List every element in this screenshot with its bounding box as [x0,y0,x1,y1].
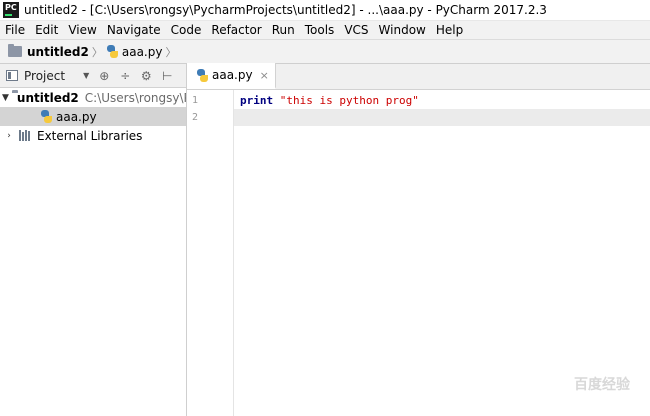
chevron-down-icon[interactable]: ▼ [83,71,89,80]
breadcrumb: untitled2 〉 aaa.py 〉 [0,40,650,64]
chevron-down-icon[interactable]: ▼ [2,93,9,103]
hide-panel-icon[interactable]: ⊢ [161,70,173,82]
tree-item-label: aaa.py [56,109,97,124]
menu-window[interactable]: Window [374,23,431,37]
python-file-icon [40,110,53,123]
menu-bar: File Edit View Navigate Code Refactor Ru… [0,21,650,40]
tree-item-project-root[interactable]: ▼ untitled2 C:\Users\rongsy\P [0,88,186,107]
chevron-right-icon[interactable]: › [2,131,16,141]
folder-icon [8,44,22,57]
menu-navigate[interactable]: Navigate [102,23,166,37]
line-number: 2 [192,112,199,123]
menu-file[interactable]: File [0,23,30,37]
editor-area: aaa.py × 1 2 print "this is python prog"… [187,63,650,416]
code-keyword: print [240,94,274,107]
tree-item-aaa-py[interactable]: aaa.py [0,107,186,126]
project-panel-header: Project ▼ ⊕ ÷ ⚙ ⊢ [0,64,186,88]
python-file-icon [196,68,209,82]
close-icon[interactable]: × [260,69,269,82]
gear-icon[interactable]: ⚙ [140,70,152,82]
scroll-from-source-icon[interactable]: ⊕ [98,70,110,82]
breadcrumb-project[interactable]: untitled2 [27,45,89,59]
code-line[interactable]: print "this is python prog" [240,92,419,109]
editor-tab-bar: aaa.py × [187,63,650,90]
project-panel: Project ▼ ⊕ ÷ ⚙ ⊢ ▼ untitled2 C:\Users\r… [0,64,187,416]
menu-edit[interactable]: Edit [30,23,63,37]
window-title: untitled2 - [C:\Users\rongsy\PycharmProj… [24,3,547,17]
line-number: 1 [192,95,199,106]
collapse-all-icon[interactable]: ÷ [119,70,131,82]
menu-code[interactable]: Code [166,23,207,37]
project-view-icon [6,70,18,81]
project-panel-title[interactable]: Project [24,69,65,83]
breadcrumb-separator: 〉 [91,45,103,59]
menu-view[interactable]: View [63,23,101,37]
code-editor[interactable]: 1 2 print "this is python prog" 百度经验 [187,90,650,416]
tree-item-label: untitled2 [16,90,79,105]
pycharm-logo-icon: PC [3,2,19,18]
tree-item-label: External Libraries [37,128,143,143]
menu-refactor[interactable]: Refactor [206,23,266,37]
code-string: "this is python prog" [279,94,419,107]
breadcrumb-separator-end: 〉 [165,45,177,59]
tree-item-external-libraries[interactable]: › External Libraries [0,126,186,145]
menu-help[interactable]: Help [431,23,468,37]
menu-vcs[interactable]: VCS [339,23,373,37]
title-bar: PC untitled2 - [C:\Users\rongsy\PycharmP… [0,0,650,21]
caret-row-highlight [187,109,650,126]
tab-aaa-py[interactable]: aaa.py × [187,63,276,89]
menu-tools[interactable]: Tools [300,23,340,37]
menu-run[interactable]: Run [267,23,300,37]
line-number-gutter[interactable] [187,90,234,416]
library-icon [19,130,33,141]
watermark: 百度经验 [574,377,630,393]
python-file-icon [106,45,119,58]
breadcrumb-file[interactable]: aaa.py [122,45,163,59]
tree-item-path: C:\Users\rongsy\P [84,90,186,105]
tab-label: aaa.py [212,68,253,82]
